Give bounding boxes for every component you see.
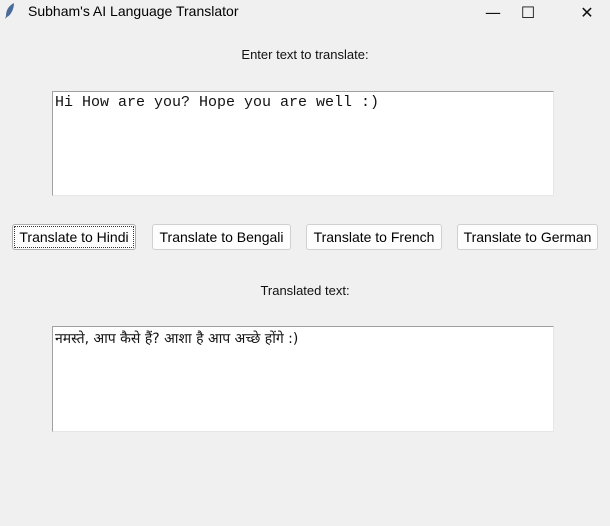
input-textbox[interactable]: Hi How are you? Hope you are well :) xyxy=(52,91,554,196)
maximize-button[interactable]: ☐ xyxy=(505,0,551,24)
feather-icon xyxy=(5,3,14,19)
translate-hindi-button[interactable]: Translate to Hindi xyxy=(12,224,136,250)
translate-bengali-button[interactable]: Translate to Bengali xyxy=(152,224,291,250)
close-button[interactable]: ✕ xyxy=(564,0,610,24)
translate-french-button[interactable]: Translate to French xyxy=(306,224,442,250)
input-label: Enter text to translate: xyxy=(241,47,369,62)
window-title: Subham's AI Language Translator xyxy=(28,3,239,19)
close-icon: ✕ xyxy=(580,2,594,22)
minimize-icon: — xyxy=(485,2,501,22)
output-textbox[interactable]: नमस्ते, आप कैसे हैं? आशा है आप अच्छे हों… xyxy=(52,326,554,432)
title-bar: Subham's AI Language Translator — ☐ ✕ xyxy=(0,0,610,24)
output-label: Translated text: xyxy=(260,283,350,298)
maximize-icon: ☐ xyxy=(520,2,536,22)
translate-german-button[interactable]: Translate to German xyxy=(457,224,598,250)
